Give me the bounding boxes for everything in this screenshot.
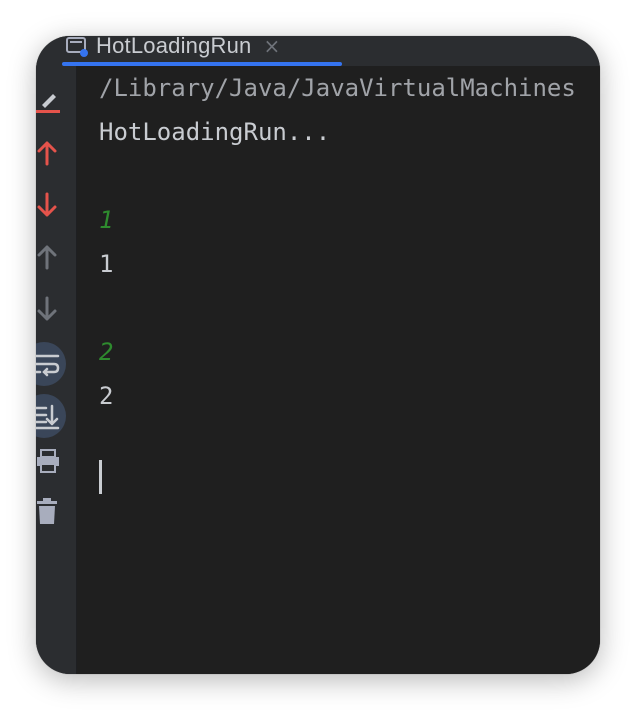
- print-icon[interactable]: [36, 448, 59, 473]
- console-line-input: 2: [99, 338, 114, 366]
- console-toolbar: [36, 66, 77, 674]
- console-line-output: HotLoadingRun...: [99, 118, 331, 146]
- console-run-icon: [66, 36, 88, 57]
- trash-icon[interactable]: [36, 498, 58, 524]
- soft-wrap-icon[interactable]: [36, 342, 66, 386]
- tab-hotloadingrun[interactable]: HotLoadingRun ×: [66, 36, 280, 64]
- arrow-down-gray-icon[interactable]: [36, 296, 58, 321]
- arrow-up-gray-icon[interactable]: [36, 244, 58, 270]
- tab-bar: HotLoadingRun ×: [36, 36, 600, 66]
- clear-console-icon[interactable]: [36, 88, 60, 113]
- scroll-to-end-icon[interactable]: [36, 394, 66, 438]
- console-line-path: /Library/Java/JavaVirtualMachines: [99, 74, 576, 102]
- text-caret: [99, 460, 102, 494]
- console-line-input: 1: [99, 206, 114, 234]
- arrow-up-red-icon[interactable]: [36, 140, 58, 166]
- close-icon[interactable]: ×: [264, 36, 281, 58]
- arrow-down-red-icon[interactable]: [36, 192, 58, 217]
- console-line-output: 1: [99, 250, 114, 278]
- run-tool-window: HotLoadingRun × /Library/Java/JavaVirtua…: [36, 36, 600, 674]
- console-line-output: 2: [99, 382, 114, 410]
- tab-label: HotLoadingRun: [96, 36, 252, 58]
- console-output[interactable]: /Library/Java/JavaVirtualMachines HotLoa…: [77, 66, 600, 674]
